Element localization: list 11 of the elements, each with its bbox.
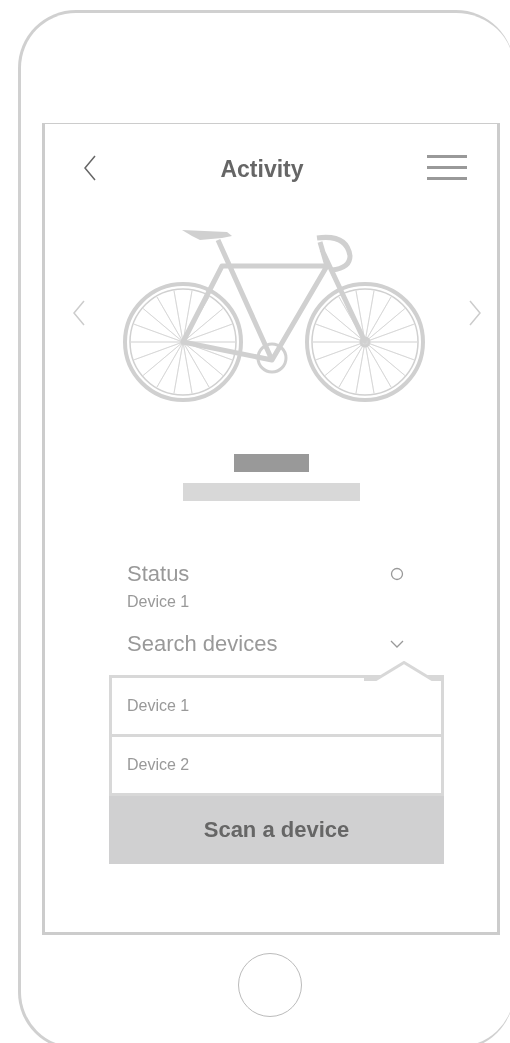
- menu-button[interactable]: [427, 155, 467, 183]
- scan-device-button[interactable]: Scan a device: [109, 796, 444, 864]
- left-chevron-icon: [72, 299, 86, 326]
- status-circle-icon: [390, 567, 404, 581]
- search-devices-dropdown[interactable]: Search devices: [109, 631, 444, 657]
- status-label: Status: [127, 561, 190, 587]
- right-chevron-icon: [468, 299, 482, 326]
- screen-title: Activity: [220, 155, 304, 183]
- back-chevron-icon: [83, 154, 97, 181]
- status-device: Device 1: [127, 593, 191, 611]
- menu-icon: [427, 155, 467, 180]
